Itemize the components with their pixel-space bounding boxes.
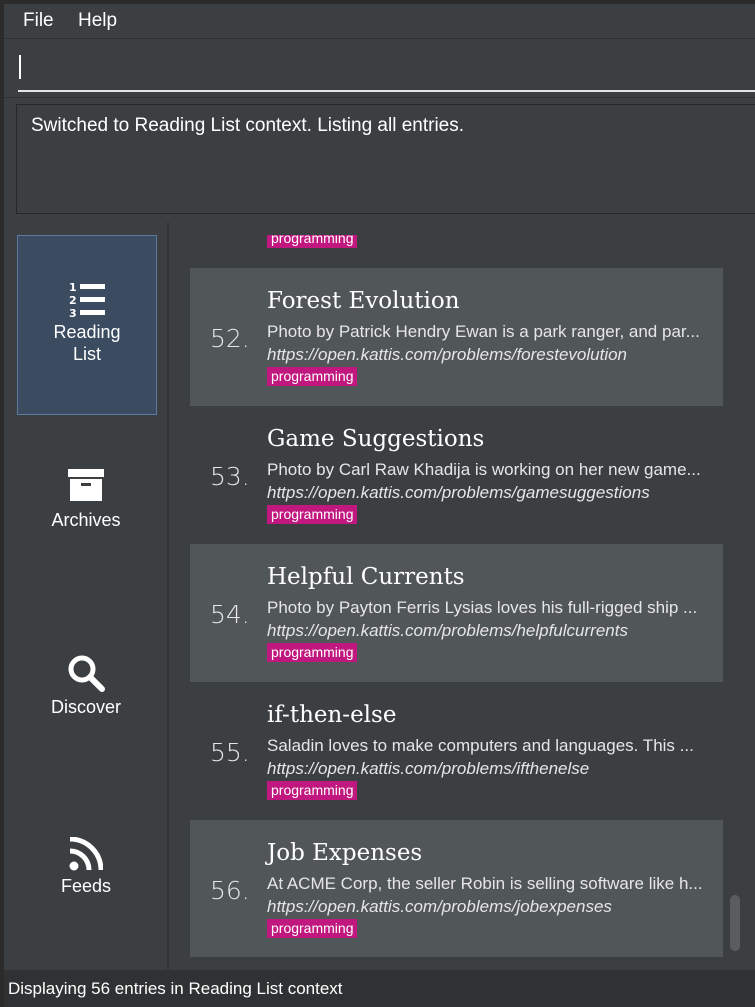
app-window: File Help Switched to Reading List conte… [0,0,755,1007]
tag-badge: programming [267,643,358,662]
svg-text:3: 3 [69,307,77,320]
list-item-partial[interactable]: programming [190,235,723,255]
sidebar: 1 2 3 Reading List Archives Discover Fee… [4,222,169,970]
menu-help[interactable]: Help [78,10,117,32]
status-bar: Displaying 56 entries in Reading List co… [4,970,755,1007]
rss-icon [69,837,103,871]
entry-description: Photo by Patrick Hendry Ewan is a park r… [267,322,700,341]
command-box [4,38,755,98]
tag-badge: programming [267,235,358,248]
status-text: Displaying 56 entries in Reading List co… [8,979,343,998]
numbered-list-icon: 1 2 3 [69,281,105,320]
list-scrollbar[interactable] [724,235,744,957]
command-input[interactable] [18,50,755,92]
sidebar-item-label: Discover [50,697,121,717]
entry-list[interactable]: programming 52. Forest Evolution Photo b… [190,235,723,957]
entry-link[interactable]: https://open.kattis.com/problems/gamesug… [267,483,650,503]
entry-description: Photo by Carl Raw Khadija is working on … [267,460,701,479]
scrollbar-thumb[interactable] [730,895,740,951]
list-item[interactable]: 53. Game Suggestions Photo by Carl Raw K… [190,406,723,544]
entry-index: 53. [210,462,250,491]
entry-link[interactable]: https://open.kattis.com/problems/helpful… [267,621,628,641]
svg-text:1: 1 [69,281,77,294]
list-item[interactable]: 52. Forest Evolution Photo by Patrick He… [190,268,723,406]
entry-index: 55. [210,738,250,767]
tag-badge: programming [267,505,358,524]
sidebar-item-label: Feeds [60,876,112,896]
search-icon [68,655,105,692]
sidebar-item-reading-list[interactable]: 1 2 3 Reading List [17,235,157,415]
sidebar-item-discover[interactable]: Discover [17,654,155,734]
entry-title: if-then-else [267,702,397,728]
entry-title: Helpful Currents [267,564,465,590]
entry-index: 54. [210,600,250,629]
sidebar-item-label-line2: List [72,344,101,364]
entry-title: Forest Evolution [267,288,460,314]
text-caret [19,55,21,79]
entry-link[interactable]: https://open.kattis.com/problems/ifthene… [267,759,589,779]
sidebar-item-label-line1: Reading [53,322,121,342]
entry-index: 56. [210,876,250,905]
tag-badge: programming [267,919,358,938]
list-item[interactable]: 55. if-then-else Saladin loves to make c… [190,682,723,820]
list-item[interactable]: 56. Job Expenses At ACME Corp, the selle… [190,820,723,957]
entry-description: Photo by Payton Ferris Lysias loves his … [267,598,698,617]
entry-link[interactable]: https://open.kattis.com/problems/jobexpe… [267,897,612,917]
result-message: Switched to Reading List context. Listin… [31,115,465,136]
archive-box-icon [68,469,104,501]
svg-text:2: 2 [69,294,77,307]
tag-badge: programming [267,367,358,386]
entry-description: Saladin loves to make computers and lang… [267,736,694,755]
sidebar-item-feeds[interactable]: Feeds [17,837,155,917]
menu-file[interactable]: File [23,10,54,32]
list-item[interactable]: 54. Helpful Currents Photo by Payton Fer… [190,544,723,682]
menu-bar: File Help [4,4,755,38]
tag-badge: programming [267,781,358,800]
entry-description: At ACME Corp, the seller Robin is sellin… [267,874,703,893]
entry-link[interactable]: https://open.kattis.com/problems/foreste… [267,345,627,365]
entry-index: 52. [210,324,250,353]
entry-title: Job Expenses [267,840,423,866]
entry-title: Game Suggestions [267,426,485,452]
sidebar-item-archives[interactable]: Archives [17,467,155,547]
result-display: Switched to Reading List context. Listin… [16,104,755,214]
sidebar-item-label: Archives [51,510,121,530]
